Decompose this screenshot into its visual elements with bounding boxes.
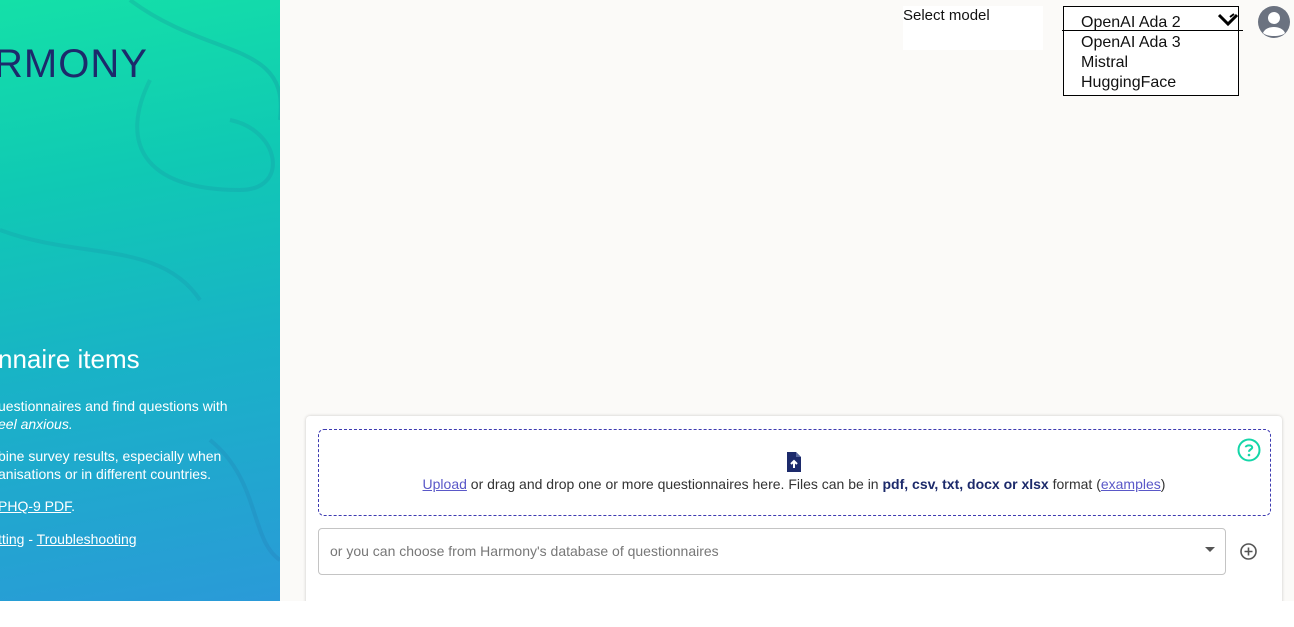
model-option-openai-ada-3[interactable]: OpenAI Ada 3 bbox=[1081, 34, 1181, 52]
add-circle-icon[interactable] bbox=[1239, 542, 1258, 561]
upload-text-1: or drag and drop one or more questionnai… bbox=[466, 476, 883, 492]
model-option-huggingface[interactable]: HuggingFace bbox=[1081, 74, 1176, 92]
select-model-label: Select model bbox=[903, 7, 990, 24]
troubleshooting-link[interactable]: Troubleshooting bbox=[37, 531, 137, 547]
caret-down-icon[interactable] bbox=[1204, 546, 1216, 554]
examples-link[interactable]: examples bbox=[1101, 476, 1161, 492]
sidebar-p3-tail: . bbox=[71, 498, 76, 514]
sidebar-p1-line1: uestionnaires and find questions with bbox=[0, 398, 228, 414]
dropdown-selected-underline bbox=[1062, 30, 1243, 31]
sidebar-p2-line1: bine survey results, especially when bbox=[0, 448, 222, 464]
chevron-down-icon[interactable] bbox=[1218, 13, 1238, 27]
user-avatar-icon[interactable] bbox=[1258, 6, 1290, 38]
getting-started-link[interactable]: tting bbox=[0, 531, 24, 547]
sidebar-paragraph-4: tting - Troubleshooting bbox=[0, 530, 137, 548]
model-dropdown[interactable]: OpenAI Ada 2 OpenAI Ada 3 Mistral Huggin… bbox=[1063, 6, 1239, 96]
harmony-logo: RMONY bbox=[0, 42, 148, 86]
phq9-pdf-link[interactable]: PHQ-9 PDF bbox=[0, 498, 71, 514]
sidebar-link-separator: - bbox=[24, 531, 37, 547]
database-select-placeholder: or you can choose from Harmony's databas… bbox=[330, 543, 719, 559]
upload-close-paren: ) bbox=[1160, 476, 1166, 492]
bottom-strip bbox=[0, 601, 1294, 627]
help-circle-icon[interactable] bbox=[1237, 438, 1261, 462]
sidebar-heading: nnaire items bbox=[0, 344, 140, 374]
upload-text-2: format ( bbox=[1048, 476, 1101, 492]
sidebar-paragraph-3: PHQ-9 PDF. bbox=[0, 497, 75, 515]
upload-formats: pdf, csv, txt, docx or xlsx bbox=[882, 476, 1049, 492]
file-upload-icon[interactable] bbox=[785, 451, 803, 473]
sidebar: RMONY nnaire items uestionnaires and fin… bbox=[0, 0, 280, 601]
upload-link[interactable]: Upload bbox=[423, 476, 467, 492]
sidebar-paragraph-1: uestionnaires and find questions with ee… bbox=[0, 397, 228, 433]
questionnaire-database-select[interactable]: or you can choose from Harmony's databas… bbox=[318, 528, 1226, 575]
model-option-mistral[interactable]: Mistral bbox=[1081, 54, 1128, 72]
upload-instructions: Upload or drag and drop one or more ques… bbox=[0, 476, 1294, 492]
sidebar-p1-line2: eel anxious. bbox=[0, 416, 73, 432]
